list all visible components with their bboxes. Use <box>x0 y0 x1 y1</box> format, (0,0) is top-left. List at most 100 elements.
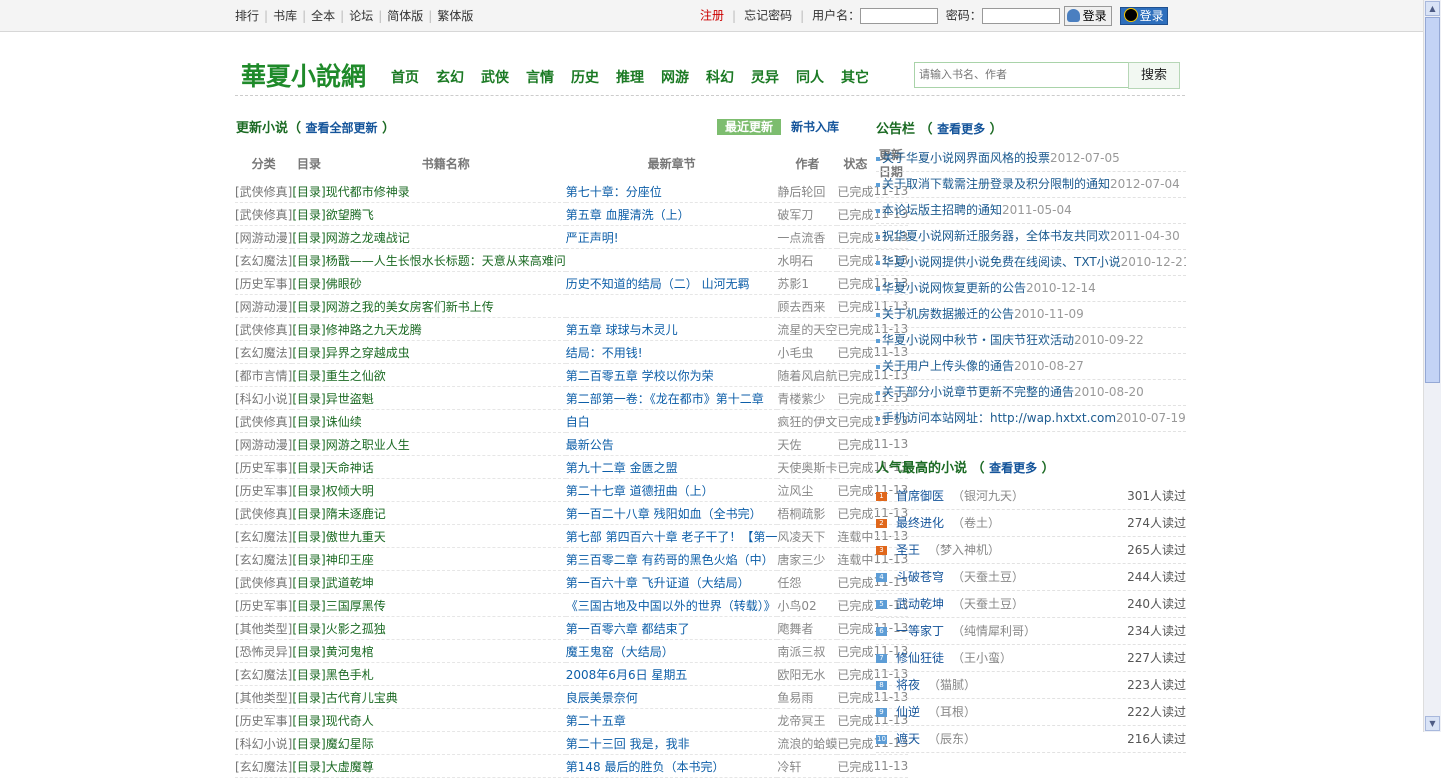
row-latest-chapter[interactable]: 《三国古地及中国以外的世界（转载）》 <box>565 593 778 617</box>
popular-book-title[interactable]: 一等家丁 <box>896 624 944 638</box>
password-input[interactable] <box>981 8 1060 24</box>
row-category[interactable]: [其他类型] <box>235 616 293 640</box>
row-category[interactable]: [武侠修真] <box>235 501 293 525</box>
row-latest-chapter[interactable]: 第二部第一卷：《龙在都市》第十二章 <box>565 386 778 410</box>
row-latest-chapter[interactable]: 第七部 第四百六十章 老子干了！【第一 <box>565 524 778 548</box>
row-catalog-link[interactable]: [目录] <box>292 225 326 249</box>
row-category[interactable]: [历史军事] <box>235 478 293 502</box>
notice-item[interactable]: 关于华夏小说网界面风格的投票2012-07-05 <box>876 146 1186 172</box>
notice-text[interactable]: 手机访问本站网址：http://wap.hxtxt.com <box>882 411 1116 425</box>
row-catalog-link[interactable]: [目录] <box>292 317 326 341</box>
view-all-updates-link[interactable]: 查看全部更新 <box>306 121 378 135</box>
row-author[interactable]: 流浪的蛤蟆 <box>777 731 838 755</box>
row-category[interactable]: [武侠修真] <box>235 317 293 341</box>
top-link[interactable]: 全本 <box>311 9 335 23</box>
row-author[interactable]: 唐家三少 <box>777 547 838 571</box>
login-button[interactable]: 登录 <box>1063 6 1112 26</box>
row-author[interactable]: 任怨 <box>777 570 838 594</box>
row-book-title[interactable]: 三国厚黑传 <box>325 593 566 617</box>
row-category[interactable]: [网游动漫] <box>235 432 293 456</box>
row-author[interactable]: 泣风尘 <box>777 478 838 502</box>
scrollbar-thumb[interactable] <box>1425 17 1440 383</box>
row-book-title[interactable]: 权倾大明 <box>325 478 566 502</box>
notice-item[interactable]: 关于机房数据搬迁的公告2010-11-09 <box>876 302 1186 328</box>
row-category[interactable]: [科幻小说] <box>235 386 293 410</box>
row-latest-chapter[interactable]: 第二十三回 我是，我非 <box>565 731 778 755</box>
row-author[interactable]: 破军刀 <box>777 202 838 226</box>
row-author[interactable]: 随着风启航 <box>777 363 838 387</box>
row-category[interactable]: [恐怖灵异] <box>235 639 293 663</box>
row-latest-chapter[interactable]: 历史不知道的结局（二） 山河无羁 <box>565 271 778 295</box>
popular-book-title[interactable]: 修仙狂徒 <box>896 651 944 665</box>
row-book-title[interactable]: 修神路之九天龙腾 <box>325 317 566 341</box>
notice-item[interactable]: 华夏小说网恢复更新的公告2010-12-14 <box>876 276 1186 302</box>
scroll-up-arrow-icon[interactable]: ▲ <box>1425 1 1440 16</box>
notice-text[interactable]: 关于用户上传头像的通告 <box>882 359 1014 373</box>
nav-item[interactable]: 灵异 <box>751 70 779 86</box>
top-link[interactable]: 书库 <box>273 9 297 23</box>
username-input[interactable] <box>860 8 939 24</box>
nav-item[interactable]: 推理 <box>616 70 644 86</box>
row-latest-chapter[interactable] <box>565 294 778 318</box>
popular-book-author[interactable]: （天蚕土豆） <box>952 570 1024 584</box>
nav-item[interactable]: 玄幻 <box>436 70 464 86</box>
row-latest-chapter[interactable]: 严正声明! <box>565 225 778 249</box>
row-catalog-link[interactable]: [目录] <box>292 409 326 433</box>
popular-book-author[interactable]: （辰东） <box>928 732 976 746</box>
tab-recent-updates[interactable]: 最近更新 <box>717 119 782 135</box>
nav-item[interactable]: 历史 <box>571 70 599 86</box>
row-category[interactable]: [玄幻魔法] <box>235 248 293 272</box>
row-category[interactable]: [武侠修真] <box>235 202 293 226</box>
popular-more-link[interactable]: 查看更多 <box>989 461 1037 475</box>
row-author[interactable]: 冷轩 <box>777 754 838 778</box>
row-book-title[interactable]: 现代奇人 <box>325 708 566 732</box>
row-catalog-link[interactable]: [目录] <box>292 524 326 548</box>
row-category[interactable]: [科幻小说] <box>235 731 293 755</box>
row-author[interactable]: 梧桐疏影 <box>777 501 838 525</box>
notice-text[interactable]: 祝华夏小说网新迁服务器，全体书友共同欢 <box>882 229 1110 243</box>
row-latest-chapter[interactable]: 第一百二十八章 残阳如血（全书完） <box>565 501 778 525</box>
notice-text[interactable]: 关于部分小说章节更新不完整的通告 <box>882 385 1074 399</box>
row-catalog-link[interactable]: [目录] <box>292 685 326 709</box>
row-book-title[interactable]: 佛眼砂 <box>325 271 566 295</box>
row-book-title[interactable]: 欲望腾飞 <box>325 202 566 226</box>
row-book-title[interactable]: 网游之职业人生 <box>325 432 566 456</box>
notice-text[interactable]: 关于取消下载需注册登录及积分限制的通知 <box>882 177 1110 191</box>
row-author[interactable]: 小鸟02 <box>777 593 838 617</box>
row-book-title[interactable]: 现代都市修神录 <box>325 180 566 203</box>
row-author[interactable]: 飑舞者 <box>777 616 838 640</box>
popular-book-author[interactable]: （猫腻） <box>928 678 976 692</box>
row-latest-chapter[interactable]: 第五章 球球与木灵儿 <box>565 317 778 341</box>
search-input[interactable] <box>914 62 1129 88</box>
row-author[interactable]: 流星的天空 <box>777 317 838 341</box>
popular-book-author[interactable]: （银河九天） <box>952 489 1024 503</box>
row-catalog-link[interactable]: [目录] <box>292 478 326 502</box>
popular-book-title[interactable]: 首席御医 <box>896 489 944 503</box>
row-book-title[interactable]: 火影之孤独 <box>325 616 566 640</box>
row-latest-chapter[interactable]: 第二十五章 <box>565 708 778 732</box>
row-catalog-link[interactable]: [目录] <box>292 180 326 203</box>
row-catalog-link[interactable]: [目录] <box>292 662 326 686</box>
qq-login-button[interactable]: 登录 <box>1119 7 1168 25</box>
notice-item[interactable]: 本论坛版主招聘的通知2011-05-04 <box>876 198 1186 224</box>
row-latest-chapter[interactable]: 第七十章：分座位 <box>565 180 778 203</box>
top-link[interactable]: 论坛 <box>349 9 373 23</box>
row-catalog-link[interactable]: [目录] <box>292 593 326 617</box>
row-catalog-link[interactable]: [目录] <box>292 731 326 755</box>
row-author[interactable]: 青楼紫少 <box>777 386 838 410</box>
row-author[interactable]: 龙帝冥王 <box>777 708 838 732</box>
row-category[interactable]: [玄幻魔法] <box>235 340 293 364</box>
row-author[interactable]: 天佐 <box>777 432 838 456</box>
row-category[interactable]: [其他类型] <box>235 685 293 709</box>
row-author[interactable]: 顾去西来 <box>777 294 838 318</box>
row-catalog-link[interactable]: [目录] <box>292 616 326 640</box>
row-catalog-link[interactable]: [目录] <box>292 708 326 732</box>
popular-book-author[interactable]: （卷土） <box>952 516 1000 530</box>
row-author[interactable]: 苏影1 <box>777 271 838 295</box>
row-author[interactable]: 鱼易雨 <box>777 685 838 709</box>
notice-item[interactable]: 祝华夏小说网新迁服务器，全体书友共同欢2011-04-30 <box>876 224 1186 250</box>
row-catalog-link[interactable]: [目录] <box>292 547 326 571</box>
row-latest-chapter[interactable]: 最新公告 <box>565 432 778 456</box>
row-book-title[interactable]: 神印王座 <box>325 547 566 571</box>
row-catalog-link[interactable]: [目录] <box>292 501 326 525</box>
